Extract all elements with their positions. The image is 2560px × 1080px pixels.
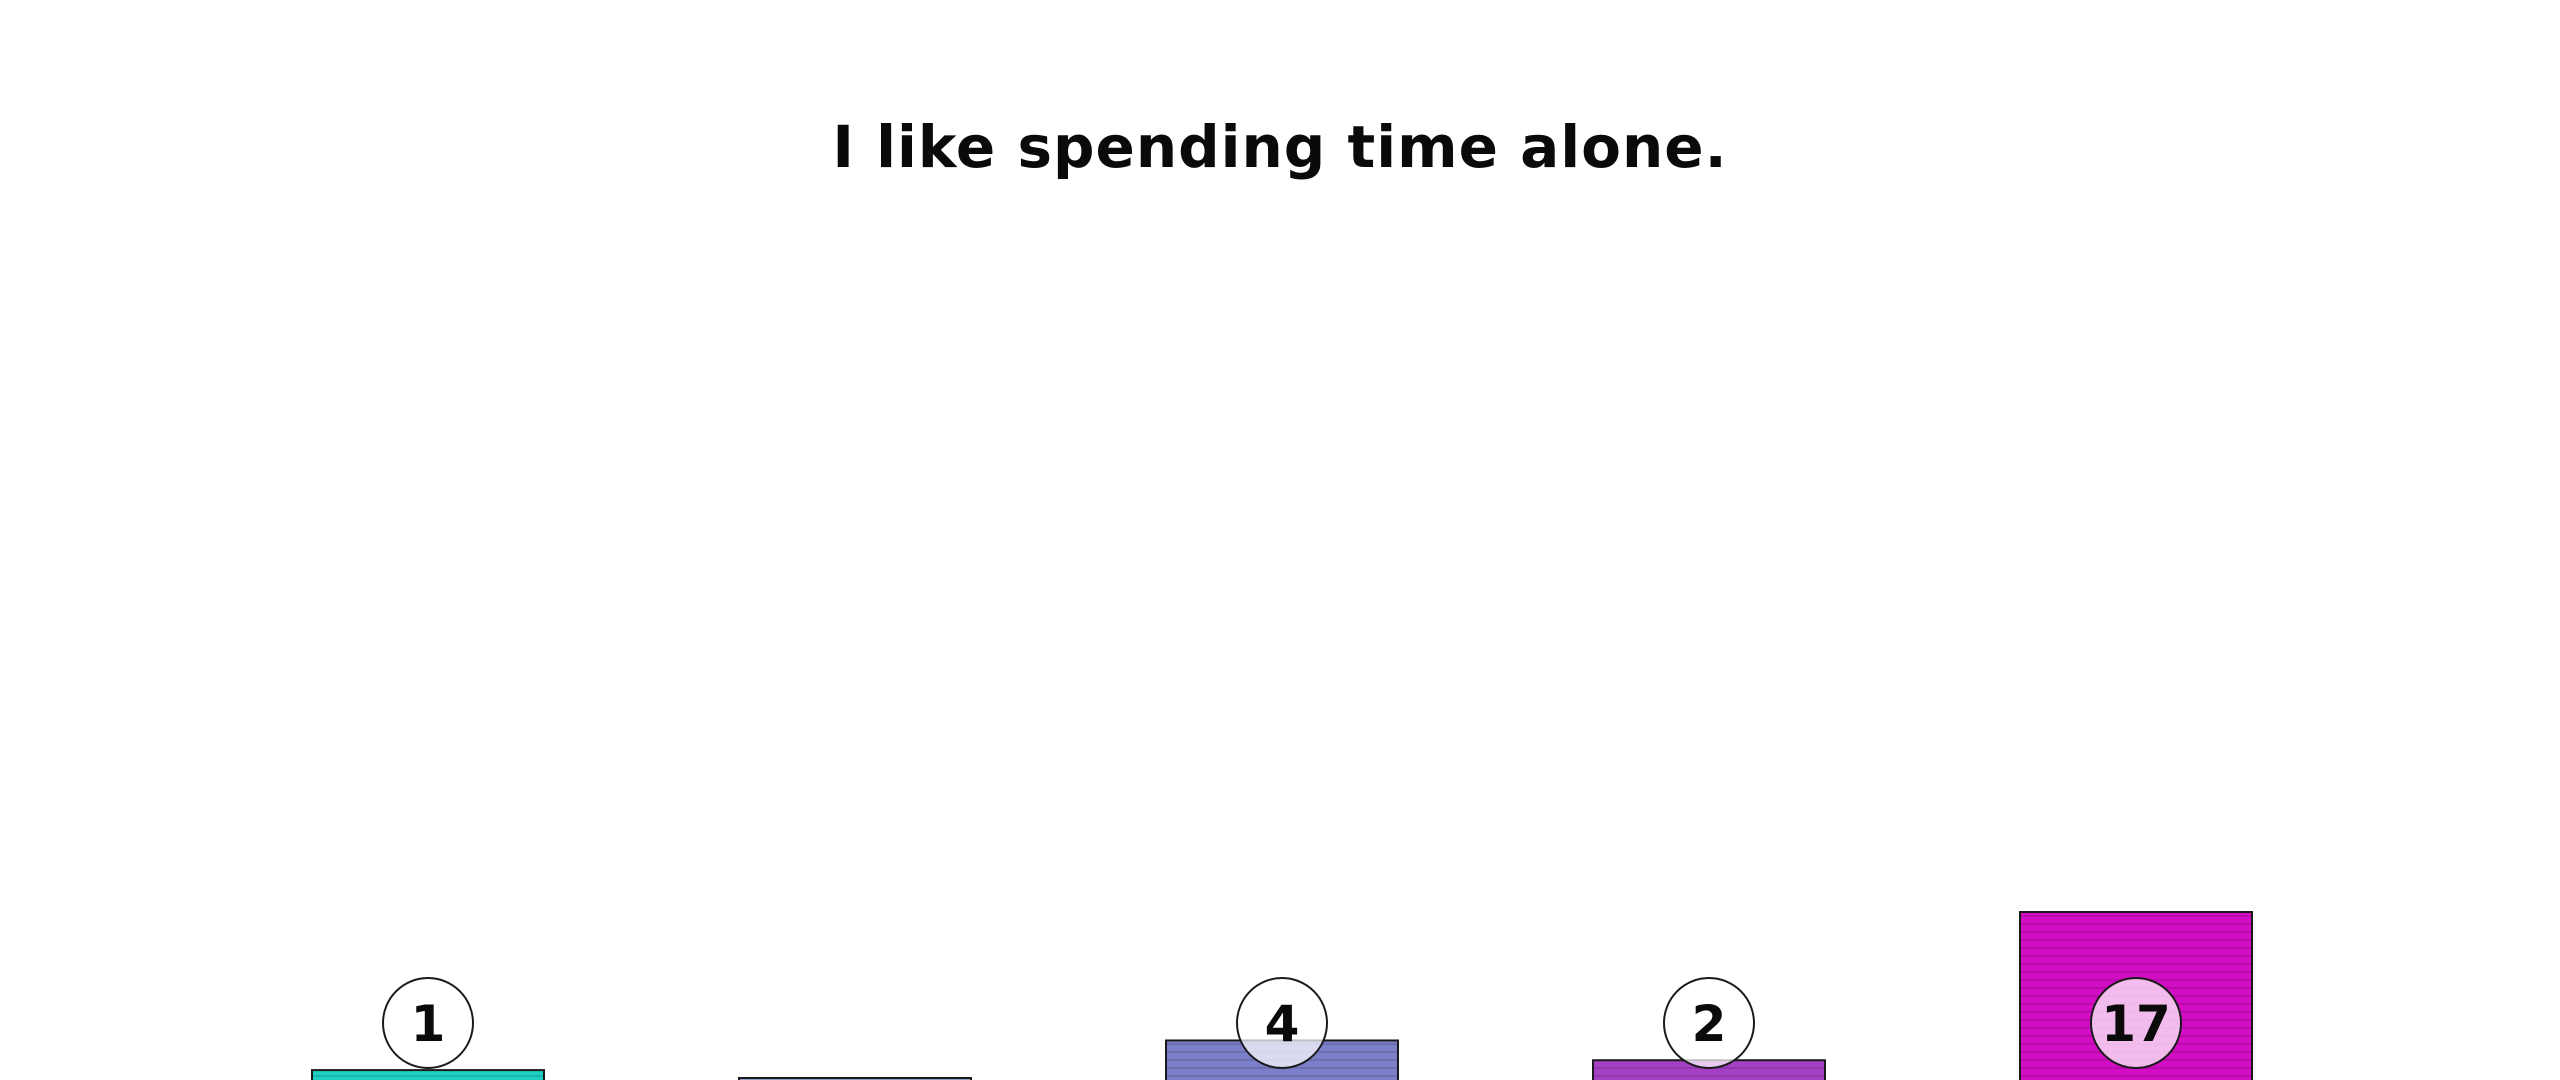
labels-layer: 1 4 2 17 [382, 977, 2182, 1069]
count-label-3: 4 [1265, 995, 1300, 1053]
count-label-5: 17 [2101, 995, 2171, 1053]
bar-texture-1 [312, 1070, 544, 1080]
count-label-1: 1 [411, 995, 446, 1053]
bar-chart: 1 4 2 17 [311, 911, 2253, 1080]
count-label-4: 2 [1692, 995, 1727, 1053]
